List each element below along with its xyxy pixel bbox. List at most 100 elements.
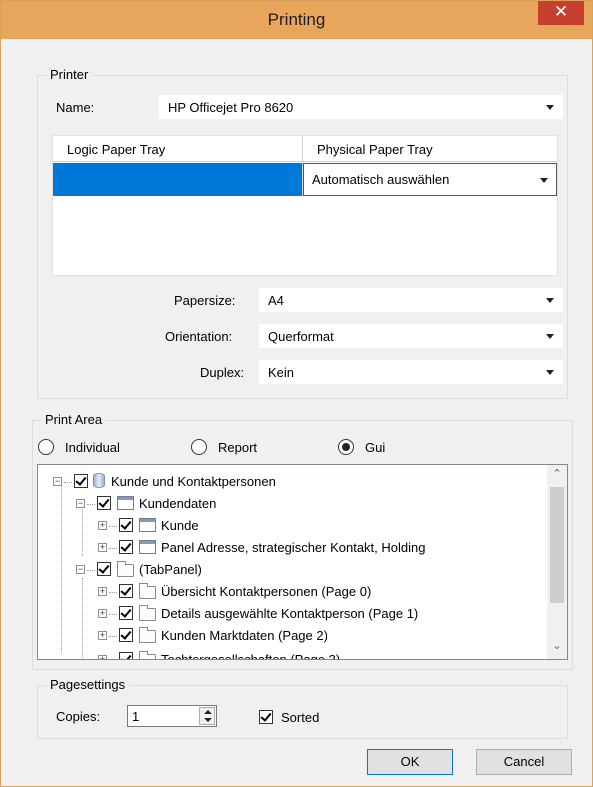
duplex-label: Duplex: [200, 365, 245, 380]
tree-checkbox[interactable] [119, 540, 133, 554]
title-bar[interactable]: Printing ✕ [1, 1, 592, 39]
column-header-physical-tray[interactable]: Physical Paper Tray [317, 142, 433, 157]
radio-report-label[interactable]: Report [218, 440, 257, 455]
duplex-select[interactable]: Kein [259, 360, 563, 384]
orientation-select[interactable]: Querformat [259, 324, 563, 348]
papersize-label: Papersize: [174, 293, 236, 308]
physical-tray-value: Automatisch auswählen [312, 172, 450, 187]
tree-line [109, 592, 117, 593]
expand-icon[interactable]: + [98, 655, 107, 659]
duplex-value: Kein [268, 365, 295, 380]
tree-node-label: Panel Adresse, strategischer Kontakt, Ho… [161, 540, 426, 555]
tree-scrollbar[interactable]: ⌃ ⌄ [547, 465, 567, 659]
printer-group-title: Printer [46, 67, 93, 82]
chevron-down-icon [546, 105, 554, 110]
radio-report[interactable] [191, 439, 207, 455]
radio-gui[interactable] [338, 439, 354, 455]
tree-node-tabpanel[interactable]: − (TabPanel) [38, 559, 538, 581]
tree-line [87, 504, 95, 505]
copies-spinner[interactable]: 1 [127, 705, 217, 727]
sorted-checkbox[interactable] [259, 710, 273, 724]
ok-button[interactable]: OK [367, 749, 453, 775]
radio-individual-label[interactable]: Individual [65, 440, 120, 455]
spin-down-icon[interactable] [204, 718, 212, 722]
orientation-value: Querformat [268, 329, 334, 344]
tree-node-label: Tochtergesellschaften (Page 3) [161, 652, 341, 660]
expand-icon[interactable]: + [98, 609, 107, 618]
papersize-select[interactable]: A4 [259, 288, 563, 312]
copies-value[interactable]: 1 [132, 709, 139, 724]
printer-name-value: HP Officejet Pro 8620 [168, 100, 294, 115]
scroll-down-icon[interactable]: ⌄ [547, 639, 567, 657]
tree-checkbox[interactable] [74, 474, 88, 488]
chevron-down-icon [540, 178, 548, 183]
tree-checkbox[interactable] [119, 584, 133, 598]
tree-line [109, 614, 117, 615]
tree-node-page3[interactable]: + Tochtergesellschaften (Page 3) [38, 649, 538, 660]
tree-checkbox[interactable] [97, 496, 111, 510]
collapse-icon[interactable]: − [53, 477, 62, 486]
window-icon [117, 496, 134, 510]
folder-icon [139, 605, 156, 621]
chevron-down-icon [546, 334, 554, 339]
printer-name-select[interactable]: HP Officejet Pro 8620 [159, 95, 563, 119]
window-title: Printing [267, 10, 326, 29]
tree-node-label: Kunde [161, 518, 199, 533]
tree-line [109, 548, 117, 549]
folder-icon [139, 583, 156, 599]
tree-node-label: (TabPanel) [139, 562, 202, 577]
tree-node-kundendaten[interactable]: − Kundendaten [38, 493, 538, 515]
tree-node-label: Details ausgewählte Kontaktperson (Page … [161, 606, 419, 621]
close-icon: ✕ [553, 2, 569, 21]
close-button[interactable]: ✕ [538, 1, 584, 25]
tree-node-kunde[interactable]: + Kunde [38, 515, 538, 537]
tree-node-label: Kundendaten [139, 496, 217, 511]
collapse-icon[interactable]: − [76, 499, 85, 508]
tree-line [87, 570, 95, 571]
window-icon [139, 518, 156, 532]
logic-tray-cell[interactable] [53, 163, 302, 196]
pagesettings-group-title: Pagesettings [46, 677, 130, 692]
tree-node-label: Übersicht Kontaktpersonen (Page 0) [161, 584, 372, 599]
copies-label: Copies: [56, 709, 101, 724]
tree-checkbox[interactable] [119, 606, 133, 620]
papersize-value: A4 [268, 293, 284, 308]
tree-node-page0[interactable]: + Übersicht Kontaktpersonen (Page 0) [38, 581, 538, 603]
spinner-buttons[interactable] [199, 707, 215, 725]
window-icon [139, 540, 156, 554]
sorted-label[interactable]: Sorted [281, 710, 319, 725]
tree-node-panel-adresse[interactable]: + Panel Adresse, strategischer Kontakt, … [38, 537, 538, 559]
tree-node-page2[interactable]: + Kunden Marktdaten (Page 2) [38, 625, 538, 647]
paper-tray-grid[interactable]: Logic Paper Tray Physical Paper Tray Aut… [52, 135, 558, 276]
scroll-thumb[interactable] [550, 487, 564, 603]
physical-tray-select[interactable]: Automatisch auswählen [303, 163, 557, 196]
radio-individual[interactable] [38, 439, 54, 455]
expand-icon[interactable]: + [98, 543, 107, 552]
spin-up-icon[interactable] [204, 710, 212, 714]
printing-dialog: Printing ✕ Printer Name: HP Officejet Pr… [0, 0, 593, 787]
expand-icon[interactable]: + [98, 521, 107, 530]
folder-icon [139, 651, 156, 659]
folder-icon [139, 627, 156, 643]
tree-checkbox[interactable] [119, 518, 133, 532]
tree-line [64, 482, 72, 483]
column-header-logic-tray[interactable]: Logic Paper Tray [67, 142, 165, 157]
tree-checkbox[interactable] [119, 652, 133, 659]
radio-gui-label[interactable]: Gui [365, 440, 385, 455]
tree-node-root[interactable]: − Kunde und Kontaktpersonen [38, 471, 538, 493]
gui-tree[interactable]: − Kunde und Kontaktpersonen − Kundendate… [37, 464, 568, 660]
chevron-down-icon [546, 298, 554, 303]
expand-icon[interactable]: + [98, 587, 107, 596]
tree-line [109, 636, 117, 637]
scroll-up-icon[interactable]: ⌃ [547, 467, 567, 485]
tree-checkbox[interactable] [119, 628, 133, 642]
cancel-button[interactable]: Cancel [476, 749, 572, 775]
tree-node-label: Kunden Marktdaten (Page 2) [161, 628, 328, 643]
expand-icon[interactable]: + [98, 631, 107, 640]
grid-header: Logic Paper Tray Physical Paper Tray [53, 136, 557, 162]
database-icon [93, 473, 105, 488]
collapse-icon[interactable]: − [76, 565, 85, 574]
printer-name-label: Name: [56, 100, 95, 115]
tree-checkbox[interactable] [97, 562, 111, 576]
tree-node-page1[interactable]: + Details ausgewählte Kontaktperson (Pag… [38, 603, 538, 625]
